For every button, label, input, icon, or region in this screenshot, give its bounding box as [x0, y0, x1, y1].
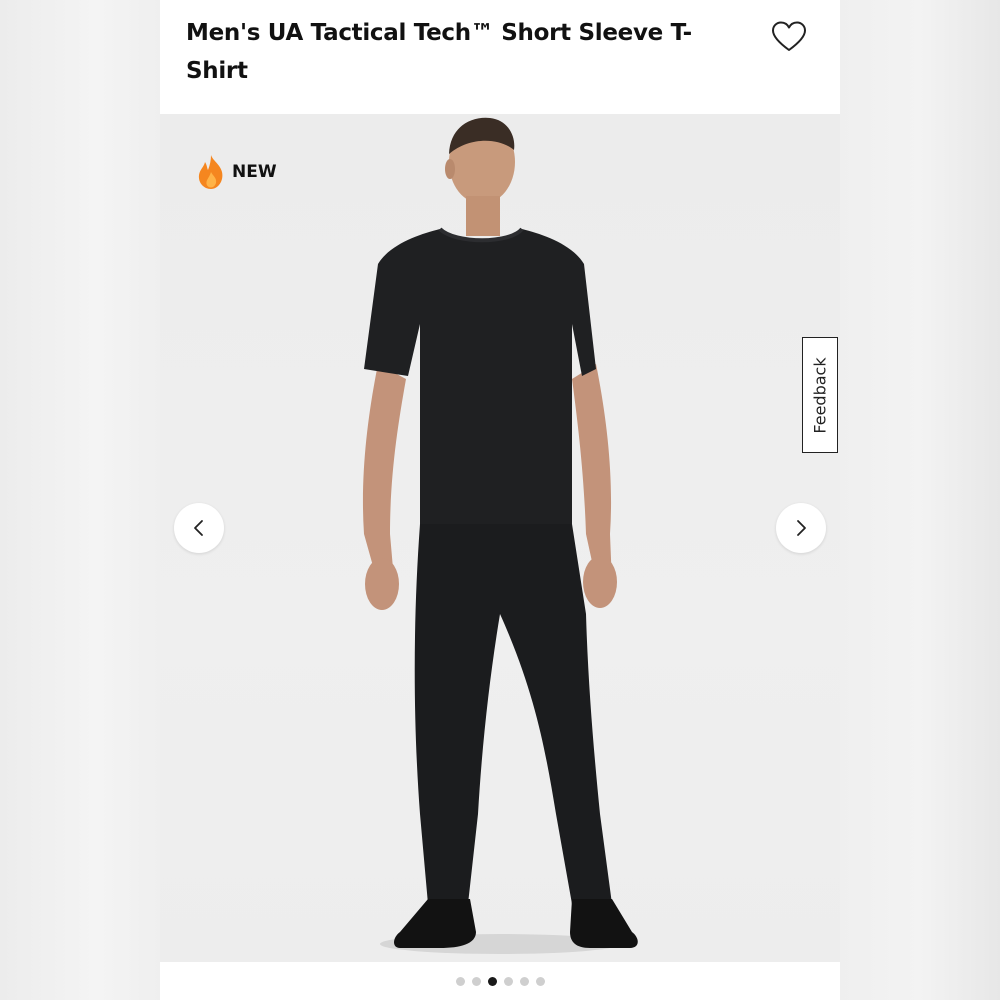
product-model-image	[362, 117, 638, 954]
pagination-dot-4[interactable]	[503, 976, 513, 986]
wishlist-button[interactable]	[770, 18, 808, 56]
chevron-right-icon	[797, 520, 806, 536]
pagination-dot-1[interactable]	[455, 976, 465, 986]
product-image-gallery[interactable]: NEW Feedback	[160, 114, 840, 962]
new-badge: NEW	[196, 152, 277, 192]
next-image-button[interactable]	[776, 503, 826, 553]
feedback-tab[interactable]: Feedback	[802, 337, 838, 453]
product-title: Men's UA Tactical Tech™ Short Sleeve T-S…	[186, 20, 692, 84]
heart-outline-icon	[772, 21, 806, 51]
gallery-pagination	[160, 962, 840, 1000]
product-header: Men's UA Tactical Tech™ Short Sleeve T-S…	[160, 0, 840, 114]
pagination-dot-3[interactable]	[487, 976, 497, 986]
badge-label: NEW	[232, 162, 277, 182]
product-card: Men's UA Tactical Tech™ Short Sleeve T-S…	[160, 0, 840, 1000]
background-right	[840, 0, 1000, 1000]
pagination-dot-5[interactable]	[519, 976, 529, 986]
pagination-dot-2[interactable]	[471, 976, 481, 986]
flame-icon	[198, 155, 223, 189]
previous-image-button[interactable]	[174, 503, 224, 553]
background-left	[0, 0, 160, 1000]
feedback-label: Feedback	[810, 356, 830, 434]
chevron-left-icon	[194, 520, 203, 536]
pagination-dot-6[interactable]	[535, 976, 545, 986]
